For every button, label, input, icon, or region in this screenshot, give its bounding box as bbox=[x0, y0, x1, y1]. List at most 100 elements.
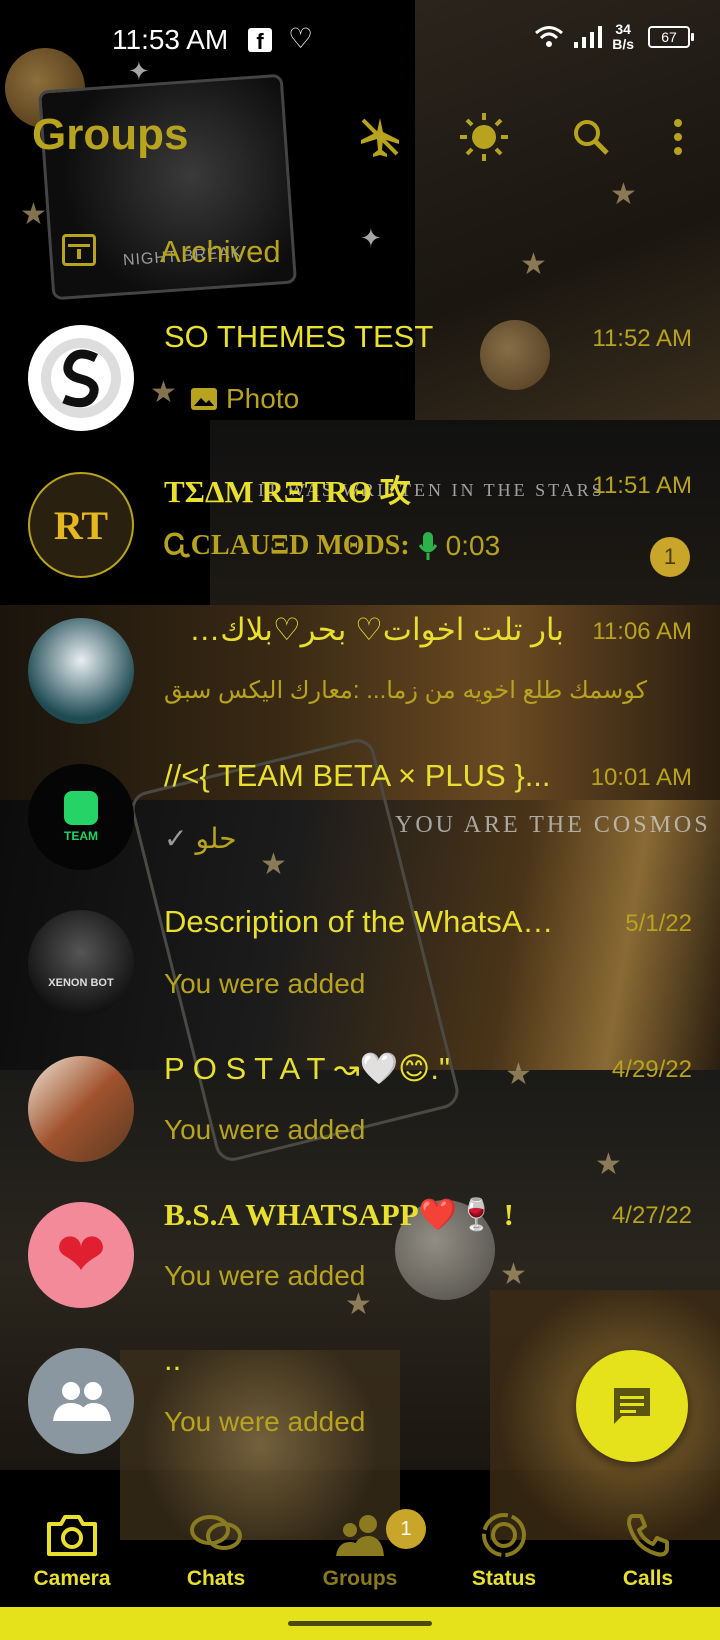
chat-row[interactable]: SO THEMES TEST 11:52 AM Photo bbox=[0, 305, 720, 455]
chat-preview-text: 0:03 bbox=[445, 530, 501, 561]
avatar bbox=[28, 618, 134, 724]
chat-row[interactable]: TEAM //<{ TEAM BETA × PLUS }... 10:01 AM… bbox=[0, 744, 720, 894]
chat-preview: You were added bbox=[164, 968, 644, 1000]
status-indicators: 34 B/s 67 bbox=[534, 22, 694, 52]
calls-icon bbox=[625, 1509, 671, 1561]
new-chat-button[interactable] bbox=[576, 1350, 688, 1462]
avatar: RT bbox=[28, 472, 134, 578]
facebook-notification-icon: f bbox=[248, 28, 272, 54]
chat-name: ΤΣΔΜ RΞTRΘ 攻 bbox=[164, 474, 411, 509]
mic-icon bbox=[418, 532, 437, 560]
chat-time: 5/1/22 bbox=[625, 910, 692, 937]
chat-preview-text: Photo bbox=[226, 383, 300, 414]
network-speed-value: 34 bbox=[615, 21, 631, 37]
nav-groups[interactable]: 1 Groups bbox=[288, 1495, 432, 1607]
chat-name: بار تلت اخوات♡ بحر♡بلاك♡بح... bbox=[164, 612, 564, 647]
airplane-off-icon bbox=[361, 118, 399, 157]
unread-badge: 1 bbox=[650, 537, 690, 577]
chat-preview: ᏩCLAUΞD MΘDS: 0:03 bbox=[164, 530, 644, 562]
health-notification-icon: ♡ bbox=[288, 23, 314, 54]
nav-chats[interactable]: Chats bbox=[144, 1495, 288, 1607]
chat-time: 4/27/22 bbox=[611, 1202, 692, 1229]
archived-label: Archived bbox=[160, 234, 281, 269]
nav-label: Status bbox=[471, 1567, 537, 1590]
network-speed: 34 B/s bbox=[612, 22, 634, 52]
wifi-icon bbox=[535, 26, 564, 47]
avatar-text: XENON BOT bbox=[48, 977, 114, 989]
nav-label: Calls bbox=[622, 1567, 674, 1590]
chat-preview: You were added bbox=[164, 1114, 644, 1146]
chat-preview-text: You were added bbox=[164, 1260, 366, 1291]
chat-row[interactable]: ❤ B.S.A WHATSAPP❤️🍷 ! 4/27/22 You were a… bbox=[0, 1182, 720, 1332]
chat-preview-text: كوسمك طلع اخويه من زما... :معارك اليكس س… bbox=[164, 677, 648, 704]
more-vertical-icon bbox=[674, 119, 682, 155]
chat-preview-text: You were added bbox=[164, 968, 366, 999]
search-icon bbox=[574, 120, 609, 155]
chat-time: 4/29/22 bbox=[611, 1056, 692, 1083]
network-speed-unit: B/s bbox=[612, 36, 634, 52]
nav-camera[interactable]: Camera bbox=[0, 1495, 144, 1607]
avatar: ❤ bbox=[28, 1202, 134, 1308]
groups-icon bbox=[332, 1509, 388, 1561]
star-decoration: ★ bbox=[610, 178, 637, 211]
chat-row[interactable]: بار تلت اخوات♡ بحر♡بلاك♡بح... 11:06 AM ك… bbox=[0, 598, 720, 748]
theme-toggle-button[interactable] bbox=[456, 112, 512, 162]
avatar: TEAM bbox=[28, 764, 134, 870]
chat-name: P O S T A T ↝🤍😊." bbox=[164, 1051, 450, 1086]
archived-row[interactable]: Archived bbox=[0, 222, 720, 284]
chat-name: SO THEMES TEST bbox=[164, 319, 434, 354]
nav-label: Groups bbox=[322, 1567, 398, 1590]
nav-status[interactable]: Status bbox=[432, 1495, 576, 1607]
search-button[interactable] bbox=[566, 112, 616, 162]
chats-icon bbox=[188, 1509, 244, 1561]
gesture-navigation-bar bbox=[0, 1607, 720, 1640]
avatar bbox=[28, 1348, 134, 1454]
nav-label: Chats bbox=[186, 1567, 246, 1590]
page-title: Groups bbox=[32, 110, 189, 159]
chat-time: 11:52 AM bbox=[592, 325, 692, 352]
chat-row[interactable]: XENON BOT Description of the WhatsAp... … bbox=[0, 890, 720, 1040]
avatar-text: RT bbox=[53, 502, 109, 548]
camera-icon bbox=[45, 1509, 99, 1561]
group-placeholder-icon bbox=[53, 1382, 111, 1421]
chat-preview: You were added bbox=[164, 1406, 644, 1438]
chat-row[interactable]: P O S T A T ↝🤍😊." 4/29/22 You were added bbox=[0, 1036, 720, 1186]
status-time: 11:53 AM bbox=[112, 24, 229, 55]
chat-row[interactable]: RT ΤΣΔΜ RΞTRΘ 攻 11:51 AM ᏩCLAUΞD MΘDS: 0… bbox=[0, 452, 720, 602]
photo-icon bbox=[191, 388, 217, 410]
chat-name: //<{ TEAM BETA × PLUS }... bbox=[164, 758, 551, 793]
whatsapp-logo-icon bbox=[64, 791, 98, 825]
avatar bbox=[28, 1056, 134, 1162]
status-bar: 11:53 AM f ♡ 34 B/s 67 bbox=[0, 0, 720, 80]
chat-time: 11:06 AM bbox=[592, 618, 692, 645]
groups-badge: 1 bbox=[386, 1509, 426, 1549]
check-icon: ✓ bbox=[164, 823, 188, 854]
sun-icon bbox=[460, 113, 508, 161]
signal-icon bbox=[574, 26, 603, 48]
chat-preview: You were added bbox=[164, 1260, 644, 1292]
message-icon bbox=[614, 1388, 650, 1424]
archive-icon bbox=[62, 234, 96, 266]
nav-label: Camera bbox=[33, 1567, 111, 1590]
chat-name: B.S.A WHATSAPP❤️🍷 ! bbox=[164, 1197, 514, 1232]
avatar-text: TEAM bbox=[64, 829, 98, 843]
chat-preview: ✓ حلو bbox=[164, 822, 644, 855]
avatar bbox=[28, 325, 134, 431]
avatar: XENON BOT bbox=[28, 910, 134, 1016]
chat-preview: Photo bbox=[190, 383, 670, 415]
status-icon bbox=[479, 1509, 529, 1561]
chat-name: Description of the WhatsAp... bbox=[164, 904, 564, 939]
chat-preview-sender: ᏩCLAUΞD MΘDS: bbox=[164, 530, 410, 561]
chat-time: 11:51 AM bbox=[592, 472, 692, 499]
so-themes-logo bbox=[41, 338, 121, 418]
home-gesture-pill[interactable] bbox=[288, 1621, 432, 1626]
chat-preview-text: You were added bbox=[164, 1406, 366, 1437]
airplane-mode-button[interactable] bbox=[352, 112, 408, 162]
chat-preview: كوسمك طلع اخويه من زما... :معارك اليكس س… bbox=[164, 676, 694, 705]
chat-preview-text: حلو bbox=[195, 823, 237, 854]
battery-icon: 67 bbox=[648, 26, 694, 48]
chat-preview-text: You were added bbox=[164, 1114, 366, 1145]
chat-time: 10:01 AM bbox=[590, 764, 692, 791]
nav-calls[interactable]: Calls bbox=[576, 1495, 720, 1607]
overflow-menu-button[interactable] bbox=[660, 112, 696, 162]
